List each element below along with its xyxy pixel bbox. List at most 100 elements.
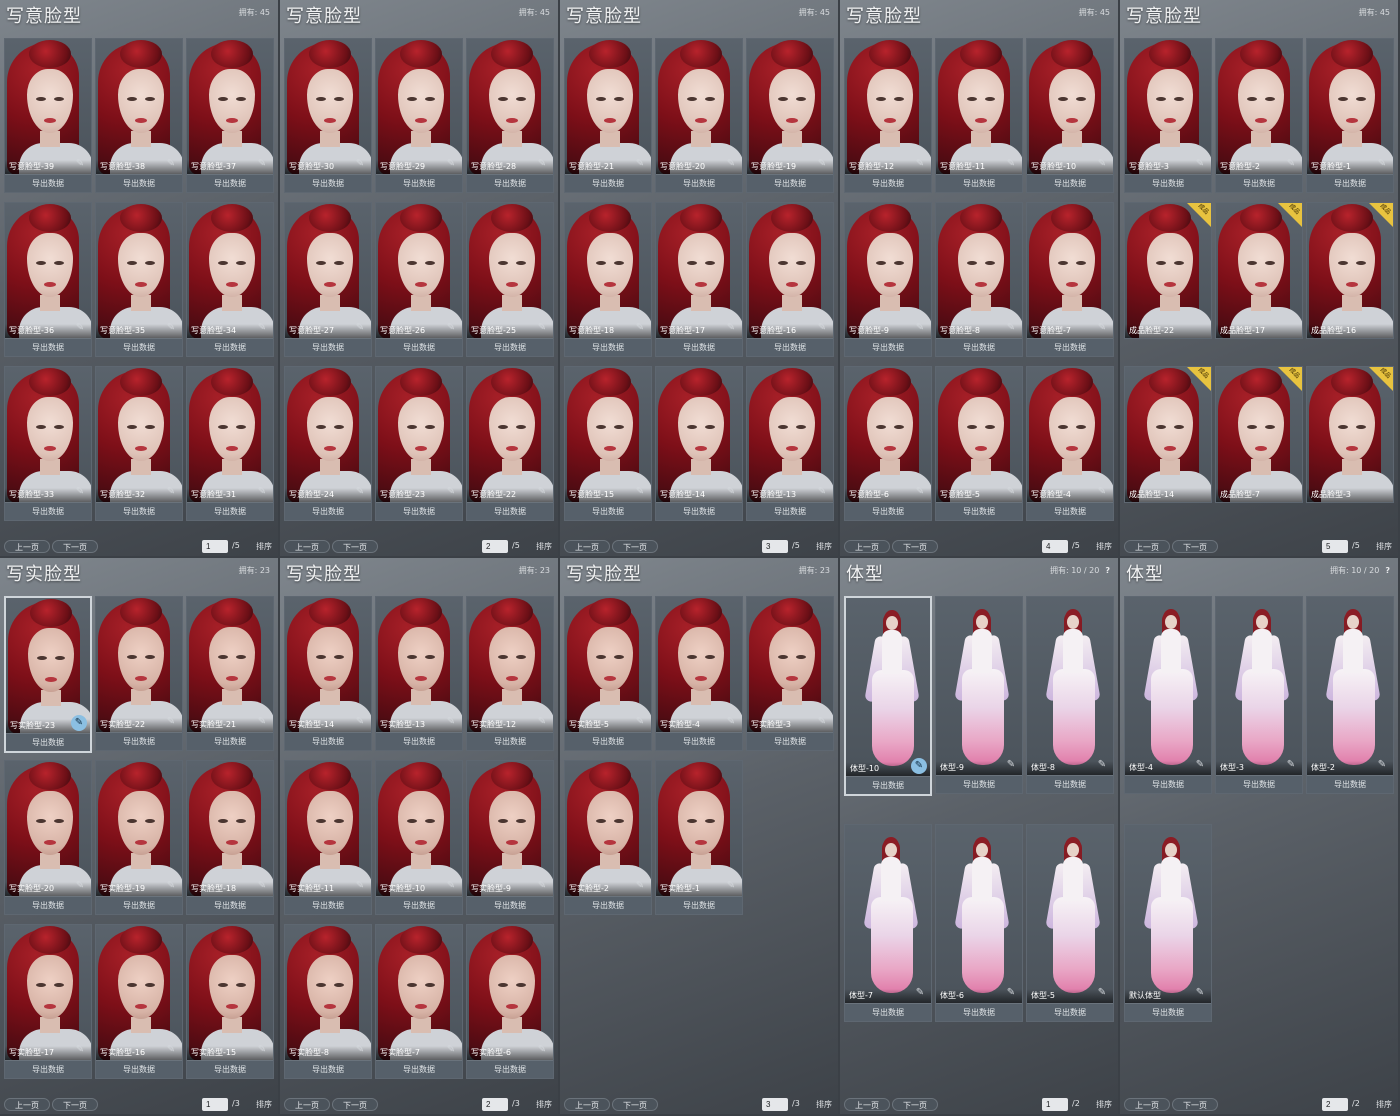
edit-brush-icon[interactable]: ✎ [534,878,550,894]
export-data-button[interactable]: 导出数据 [187,174,273,192]
sort-button[interactable]: 排序 [256,541,272,552]
preset-card[interactable]: 体型-4 ✎ 导出数据 [1124,596,1212,794]
page-number-input[interactable] [1322,1098,1348,1111]
edit-brush-icon[interactable]: ✎ [723,156,739,172]
preset-thumbnail[interactable]: 写意脸型-31 ✎ [187,367,273,502]
preset-thumbnail[interactable]: 写意脸型-17 ✎ [656,203,742,338]
preset-card[interactable]: 体型-3 ✎ 导出数据 [1215,596,1303,794]
preset-card[interactable]: 写意脸型-8 ✎ 导出数据 [935,202,1023,357]
preset-card[interactable]: 写意脸型-35 ✎ 导出数据 [95,202,183,357]
export-data-button[interactable]: 导出数据 [467,174,553,192]
preset-card[interactable]: 写意脸型-2 ✎ 导出数据 [1215,38,1303,193]
edit-brush-icon[interactable]: ✎ [352,878,368,894]
edit-brush-icon[interactable]: ✎ [814,320,830,336]
preset-card[interactable]: 写意脸型-5 ✎ 导出数据 [935,366,1023,521]
preset-card[interactable]: 写实脸型-12 ✎ 导出数据 [466,596,554,751]
preset-card[interactable]: 写意脸型-22 ✎ 导出数据 [466,366,554,521]
preset-card[interactable]: 写实脸型-1 ✎ 导出数据 [655,760,743,915]
preset-card[interactable]: 成品脸型-7 成品 [1215,366,1303,503]
edit-brush-icon[interactable]: ✎ [814,484,830,500]
export-data-button[interactable]: 导出数据 [187,502,273,520]
edit-brush-icon[interactable]: ✎ [352,320,368,336]
export-data-button[interactable]: 导出数据 [1027,174,1113,192]
preset-thumbnail[interactable]: 写实脸型-19 ✎ [96,761,182,896]
next-page-button[interactable]: 下一页 [332,540,378,553]
export-data-button[interactable]: 导出数据 [467,732,553,750]
edit-brush-icon[interactable]: ✎ [72,878,88,894]
export-data-button[interactable]: 导出数据 [376,1060,462,1078]
export-data-button[interactable]: 导出数据 [656,338,742,356]
preset-thumbnail[interactable]: 写意脸型-18 ✎ [565,203,651,338]
preset-thumbnail[interactable]: 写实脸型-9 ✎ [467,761,553,896]
preset-thumbnail[interactable]: 写实脸型-20 ✎ [5,761,91,896]
preset-card[interactable]: 体型-2 ✎ 导出数据 [1306,596,1394,794]
export-data-button[interactable]: 导出数据 [1125,775,1211,793]
prev-page-button[interactable]: 上一页 [564,540,610,553]
preset-thumbnail[interactable]: 写实脸型-1 ✎ [656,761,742,896]
edit-brush-icon[interactable]: ✎ [1283,757,1299,773]
export-data-button[interactable]: 导出数据 [5,502,91,520]
edit-brush-icon[interactable]: ✎ [814,714,830,730]
edit-brush-icon[interactable]: ✎ [352,714,368,730]
preset-thumbnail[interactable]: 体型-2 ✎ [1307,597,1393,775]
edit-brush-icon[interactable]: ✎ [1374,757,1390,773]
edit-brush-icon[interactable]: ✎ [163,156,179,172]
export-data-button[interactable]: 导出数据 [285,732,371,750]
preset-card[interactable]: 写意脸型-1 ✎ 导出数据 [1306,38,1394,193]
export-data-button[interactable]: 导出数据 [376,174,462,192]
edit-brush-icon[interactable]: ✎ [912,156,928,172]
export-data-button[interactable]: 导出数据 [467,896,553,914]
preset-card[interactable]: 写意脸型-18 ✎ 导出数据 [564,202,652,357]
preset-thumbnail[interactable]: 写实脸型-8 ✎ [285,925,371,1060]
edit-brush-icon[interactable]: ✎ [352,484,368,500]
preset-thumbnail[interactable]: 成品脸型-22 成品 [1125,203,1211,338]
prev-page-button[interactable]: 上一页 [4,1098,50,1111]
preset-thumbnail[interactable]: 写实脸型-11 ✎ [285,761,371,896]
edit-brush-icon[interactable]: ✎ [1192,985,1208,1001]
next-page-button[interactable]: 下一页 [52,1098,98,1111]
preset-thumbnail[interactable]: 体型-6 ✎ [936,825,1022,1003]
export-data-button[interactable]: 导出数据 [656,502,742,520]
preset-thumbnail[interactable]: 写意脸型-7 ✎ [1027,203,1113,338]
page-number-input[interactable] [1042,1098,1068,1111]
edit-brush-icon[interactable]: ✎ [814,156,830,172]
preset-thumbnail[interactable]: 写意脸型-5 ✎ [936,367,1022,502]
edit-brush-icon[interactable]: ✎ [723,714,739,730]
export-data-button[interactable]: 导出数据 [376,732,462,750]
sort-button[interactable]: 排序 [1376,541,1392,552]
export-data-button[interactable]: 导出数据 [285,502,371,520]
preset-thumbnail[interactable]: 写意脸型-29 ✎ [376,39,462,174]
preset-thumbnail[interactable]: 写意脸型-35 ✎ [96,203,182,338]
edit-brush-icon[interactable]: ✎ [71,715,87,731]
preset-thumbnail[interactable]: 体型-3 ✎ [1216,597,1302,775]
preset-card[interactable]: 写意脸型-21 ✎ 导出数据 [564,38,652,193]
preset-card[interactable]: 写实脸型-22 ✎ 导出数据 [95,596,183,751]
preset-thumbnail[interactable]: 写意脸型-34 ✎ [187,203,273,338]
export-data-button[interactable]: 导出数据 [747,338,833,356]
sort-button[interactable]: 排序 [816,1099,832,1110]
preset-thumbnail[interactable]: 写意脸型-6 ✎ [845,367,931,502]
preset-thumbnail[interactable]: 写意脸型-33 ✎ [5,367,91,502]
preset-card[interactable]: 体型-8 ✎ 导出数据 [1026,596,1114,794]
next-page-button[interactable]: 下一页 [52,540,98,553]
preset-thumbnail[interactable]: 写意脸型-20 ✎ [656,39,742,174]
preset-thumbnail[interactable]: 写实脸型-13 ✎ [376,597,462,732]
edit-brush-icon[interactable]: ✎ [1283,156,1299,172]
preset-card[interactable]: 写意脸型-25 ✎ 导出数据 [466,202,554,357]
preset-thumbnail[interactable]: 成品脸型-7 成品 [1216,367,1302,502]
edit-brush-icon[interactable]: ✎ [1003,484,1019,500]
preset-thumbnail[interactable]: 写意脸型-8 ✎ [936,203,1022,338]
preset-thumbnail[interactable]: 写实脸型-23 ✎ [6,598,90,733]
preset-thumbnail[interactable]: 写实脸型-18 ✎ [187,761,273,896]
preset-thumbnail[interactable]: 写意脸型-19 ✎ [747,39,833,174]
preset-card[interactable]: 写意脸型-30 ✎ 导出数据 [284,38,372,193]
preset-card[interactable]: 写实脸型-14 ✎ 导出数据 [284,596,372,751]
preset-thumbnail[interactable]: 写实脸型-22 ✎ [96,597,182,732]
preset-card[interactable]: 写意脸型-33 ✎ 导出数据 [4,366,92,521]
preset-card[interactable]: 写意脸型-38 ✎ 导出数据 [95,38,183,193]
sort-button[interactable]: 排序 [1096,541,1112,552]
edit-brush-icon[interactable]: ✎ [1003,320,1019,336]
preset-card[interactable]: 写意脸型-6 ✎ 导出数据 [844,366,932,521]
export-data-button[interactable]: 导出数据 [285,338,371,356]
preset-card[interactable]: 写意脸型-26 ✎ 导出数据 [375,202,463,357]
